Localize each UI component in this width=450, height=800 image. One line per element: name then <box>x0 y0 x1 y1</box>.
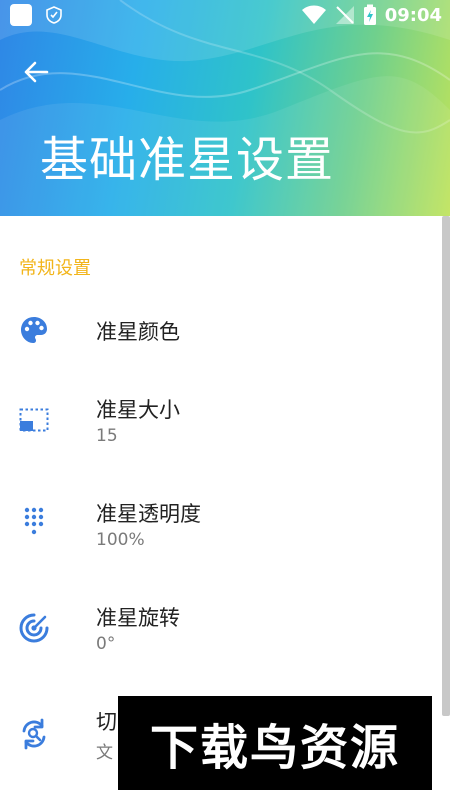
back-button[interactable] <box>20 56 52 88</box>
setting-value: 100% <box>96 530 145 550</box>
setting-value: 文 <box>96 743 113 763</box>
setting-title: 准星颜色 <box>96 320 180 344</box>
setting-crosshair-size[interactable]: 准星大小 15 <box>0 384 440 480</box>
setting-crosshair-rotation[interactable]: 准星旋转 0° <box>0 592 440 688</box>
no-signal-icon <box>335 6 354 24</box>
watermark-overlay: 下载鸟资源 <box>118 696 432 790</box>
app-notification-icon <box>10 4 32 26</box>
status-bar: 09:04 <box>0 0 450 30</box>
app-header: 09:04 基础准星设置 <box>0 0 450 216</box>
selection-size-icon <box>19 408 49 432</box>
setting-title: 切 <box>96 710 117 734</box>
refresh-search-icon <box>22 718 46 750</box>
page-title: 基础准星设置 <box>40 132 335 188</box>
status-time: 09:04 <box>384 4 442 26</box>
arrow-left-icon <box>24 61 49 83</box>
setting-value: 15 <box>96 426 118 446</box>
setting-title: 准星大小 <box>96 398 180 422</box>
setting-crosshair-opacity[interactable]: 准星透明度 100% <box>0 488 440 584</box>
palette-icon <box>21 317 47 343</box>
section-header-general: 常规设置 <box>19 258 91 279</box>
scrollbar[interactable] <box>442 216 450 716</box>
wifi-icon <box>301 5 326 24</box>
setting-crosshair-color[interactable]: 准星颜色 <box>0 282 440 378</box>
setting-value: 0° <box>96 634 116 654</box>
setting-title: 准星透明度 <box>96 502 201 526</box>
dots-grid-icon <box>24 507 44 535</box>
battery-charging-icon <box>363 4 376 25</box>
radar-icon <box>19 613 49 643</box>
setting-title: 准星旋转 <box>96 606 180 630</box>
shield-icon <box>46 6 62 24</box>
